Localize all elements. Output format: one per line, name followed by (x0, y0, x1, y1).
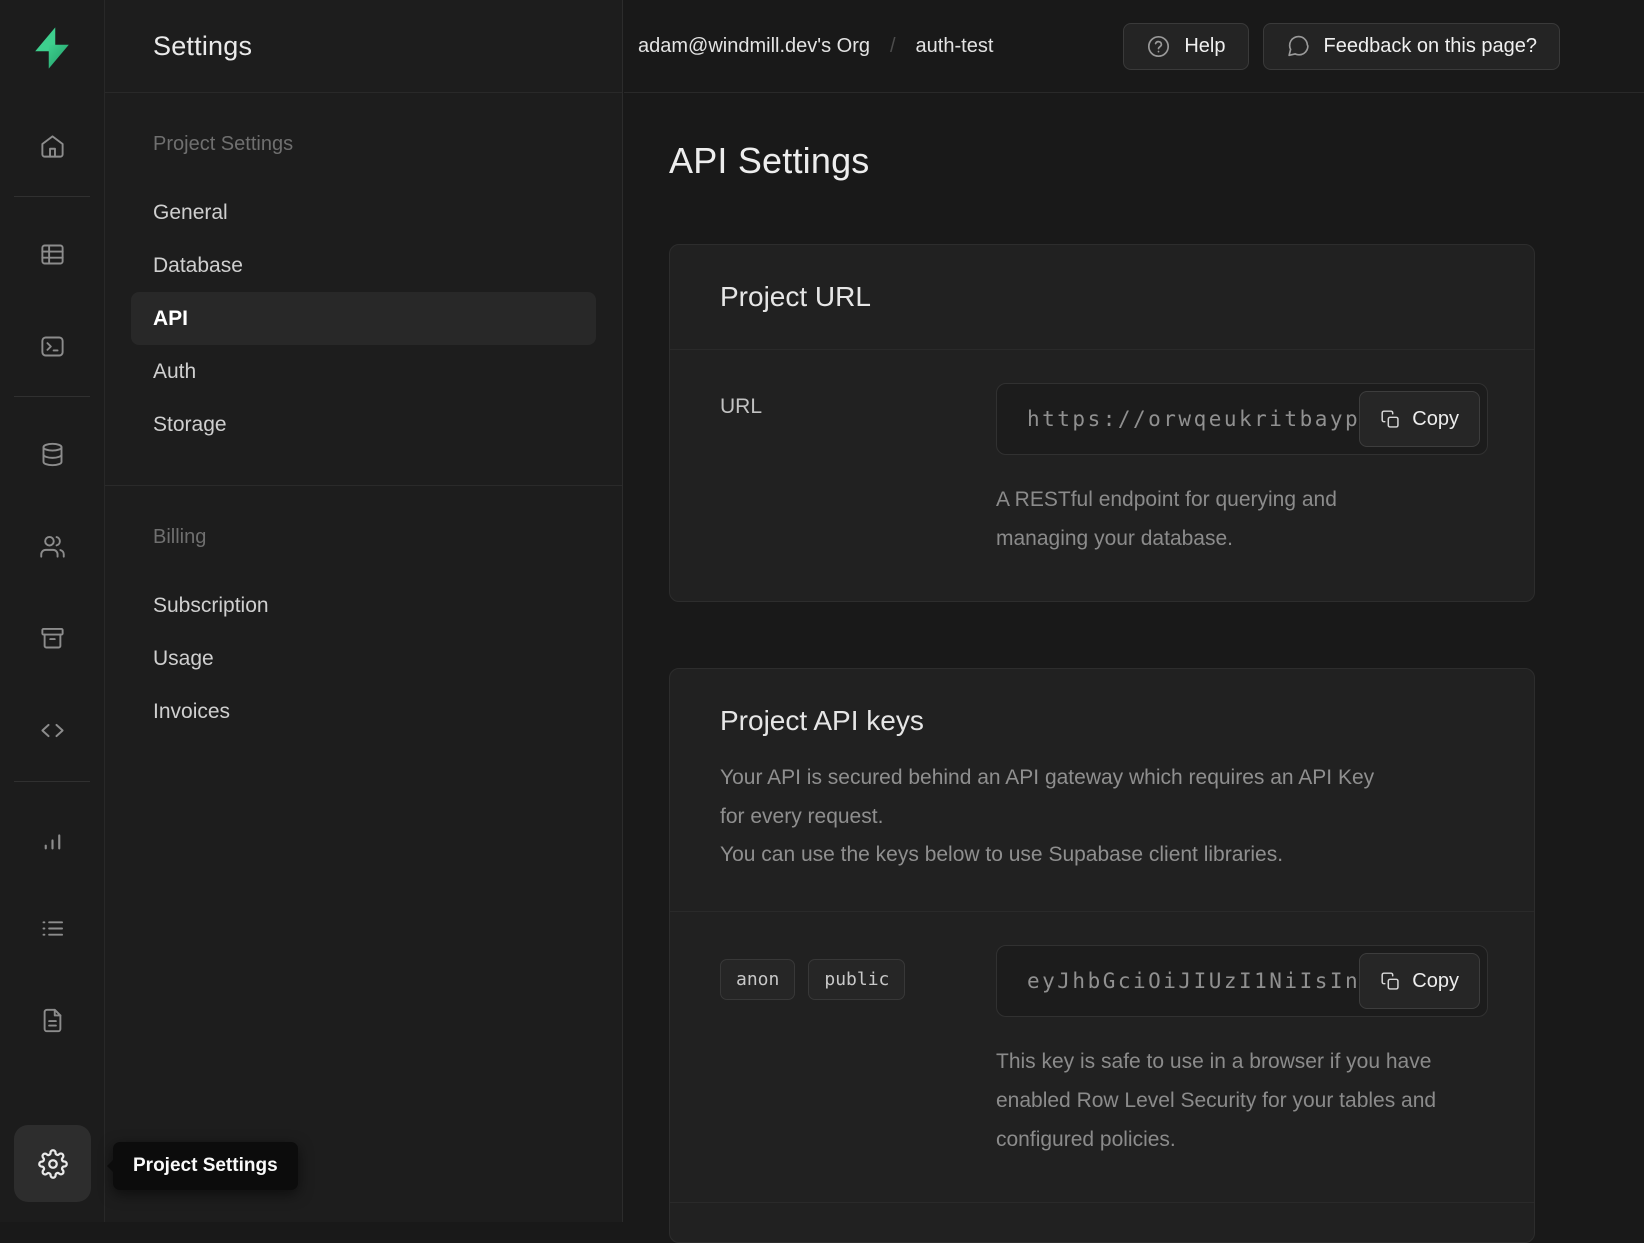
reports-chart-icon[interactable] (30, 818, 74, 862)
breadcrumb-project[interactable]: auth-test (916, 35, 994, 58)
key-badges: anon public (720, 945, 996, 1160)
table-editor-icon[interactable] (30, 232, 74, 276)
url-description: A RESTful endpoint for querying and mana… (996, 481, 1396, 559)
nav-section-billing: Billing Subscription Usage Invoices (105, 486, 622, 772)
project-url-card-header: Project URL (670, 245, 1534, 350)
icon-rail (0, 0, 105, 1222)
nav-section-heading: Project Settings (153, 133, 596, 156)
rail-divider (14, 196, 90, 197)
card-title: Project API keys (720, 705, 1484, 737)
project-settings-gear-icon[interactable] (14, 1125, 91, 1202)
nav-item-subscription[interactable]: Subscription (131, 579, 596, 632)
anon-badge: anon (720, 959, 795, 1000)
copy-label: Copy (1412, 970, 1459, 993)
nav-panel-header: Settings (105, 0, 622, 93)
nav-item-auth[interactable]: Auth (131, 345, 596, 398)
nav-item-usage[interactable]: Usage (131, 632, 596, 685)
auth-users-icon[interactable] (30, 524, 74, 568)
nav-item-invoices[interactable]: Invoices (131, 685, 596, 738)
chat-bubble-icon (1286, 34, 1311, 59)
home-icon[interactable] (30, 124, 74, 168)
rail-divider (14, 396, 90, 397)
nav-item-general[interactable]: General (131, 186, 596, 239)
api-keys-description-line1: Your API is secured behind an API gatewa… (720, 759, 1380, 837)
api-keys-card-header: Project API keys Your API is secured beh… (670, 669, 1534, 913)
nav-section-heading: Billing (153, 526, 596, 549)
public-badge: public (808, 959, 905, 1000)
help-circle-icon (1146, 34, 1171, 59)
copy-label: Copy (1412, 408, 1459, 431)
nav-item-storage[interactable]: Storage (131, 398, 596, 451)
logs-list-icon[interactable] (30, 906, 74, 950)
copy-icon (1380, 971, 1401, 992)
url-label: URL (720, 383, 996, 559)
nav-item-database[interactable]: Database (131, 239, 596, 292)
main-header: adam@windmill.dev's Org / auth-test Help… (624, 0, 1644, 93)
api-docs-file-icon[interactable] (30, 998, 74, 1042)
feedback-label: Feedback on this page? (1324, 35, 1538, 58)
feedback-button[interactable]: Feedback on this page? (1263, 23, 1561, 70)
anon-key-description: This key is safe to use in a browser if … (996, 1043, 1458, 1160)
panel-title: Settings (153, 31, 252, 62)
page-title: API Settings (669, 140, 1644, 182)
sql-terminal-icon[interactable] (30, 324, 74, 368)
project-url-input[interactable]: https://orwqeukritbayp Copy (996, 383, 1488, 455)
storage-archive-icon[interactable] (30, 616, 74, 660)
nav-section-project-settings: Project Settings General Database API Au… (105, 93, 622, 485)
api-keys-description-line2: You can use the keys below to use Supaba… (720, 836, 1380, 875)
card-title: Project URL (720, 281, 1484, 313)
copy-icon (1380, 409, 1401, 430)
database-icon[interactable] (30, 432, 74, 476)
content-area: API Settings Project URL URL https://orw… (624, 93, 1644, 1243)
project-url-card: Project URL URL https://orwqeukritbayp (669, 244, 1535, 602)
main-area: adam@windmill.dev's Org / auth-test Help… (624, 0, 1644, 1222)
edge-functions-code-icon[interactable] (30, 708, 74, 752)
anon-key-row: anon public eyJhbGciOiJIUzI1NiIsIn (670, 912, 1534, 1202)
copy-url-button[interactable]: Copy (1359, 391, 1480, 447)
url-row: URL https://orwqeukritbayp Copy (670, 350, 1534, 601)
copy-anon-key-button[interactable]: Copy (1359, 953, 1480, 1009)
nav-item-api[interactable]: API (131, 292, 596, 345)
settings-nav-panel: Settings Project Settings General Databa… (105, 0, 623, 1222)
anon-key-input[interactable]: eyJhbGciOiJIUzI1NiIsIn Copy (996, 945, 1488, 1017)
api-keys-card: Project API keys Your API is secured beh… (669, 668, 1535, 1243)
breadcrumb-separator: / (890, 35, 896, 58)
help-label: Help (1184, 35, 1225, 58)
help-button[interactable]: Help (1123, 23, 1248, 70)
project-settings-tooltip: Project Settings (113, 1142, 298, 1190)
rail-divider (14, 781, 90, 782)
tooltip-text: Project Settings (133, 1155, 278, 1177)
api-keys-description: Your API is secured behind an API gatewa… (720, 759, 1380, 876)
supabase-logo[interactable] (26, 20, 78, 76)
breadcrumb-org[interactable]: adam@windmill.dev's Org (638, 35, 870, 58)
